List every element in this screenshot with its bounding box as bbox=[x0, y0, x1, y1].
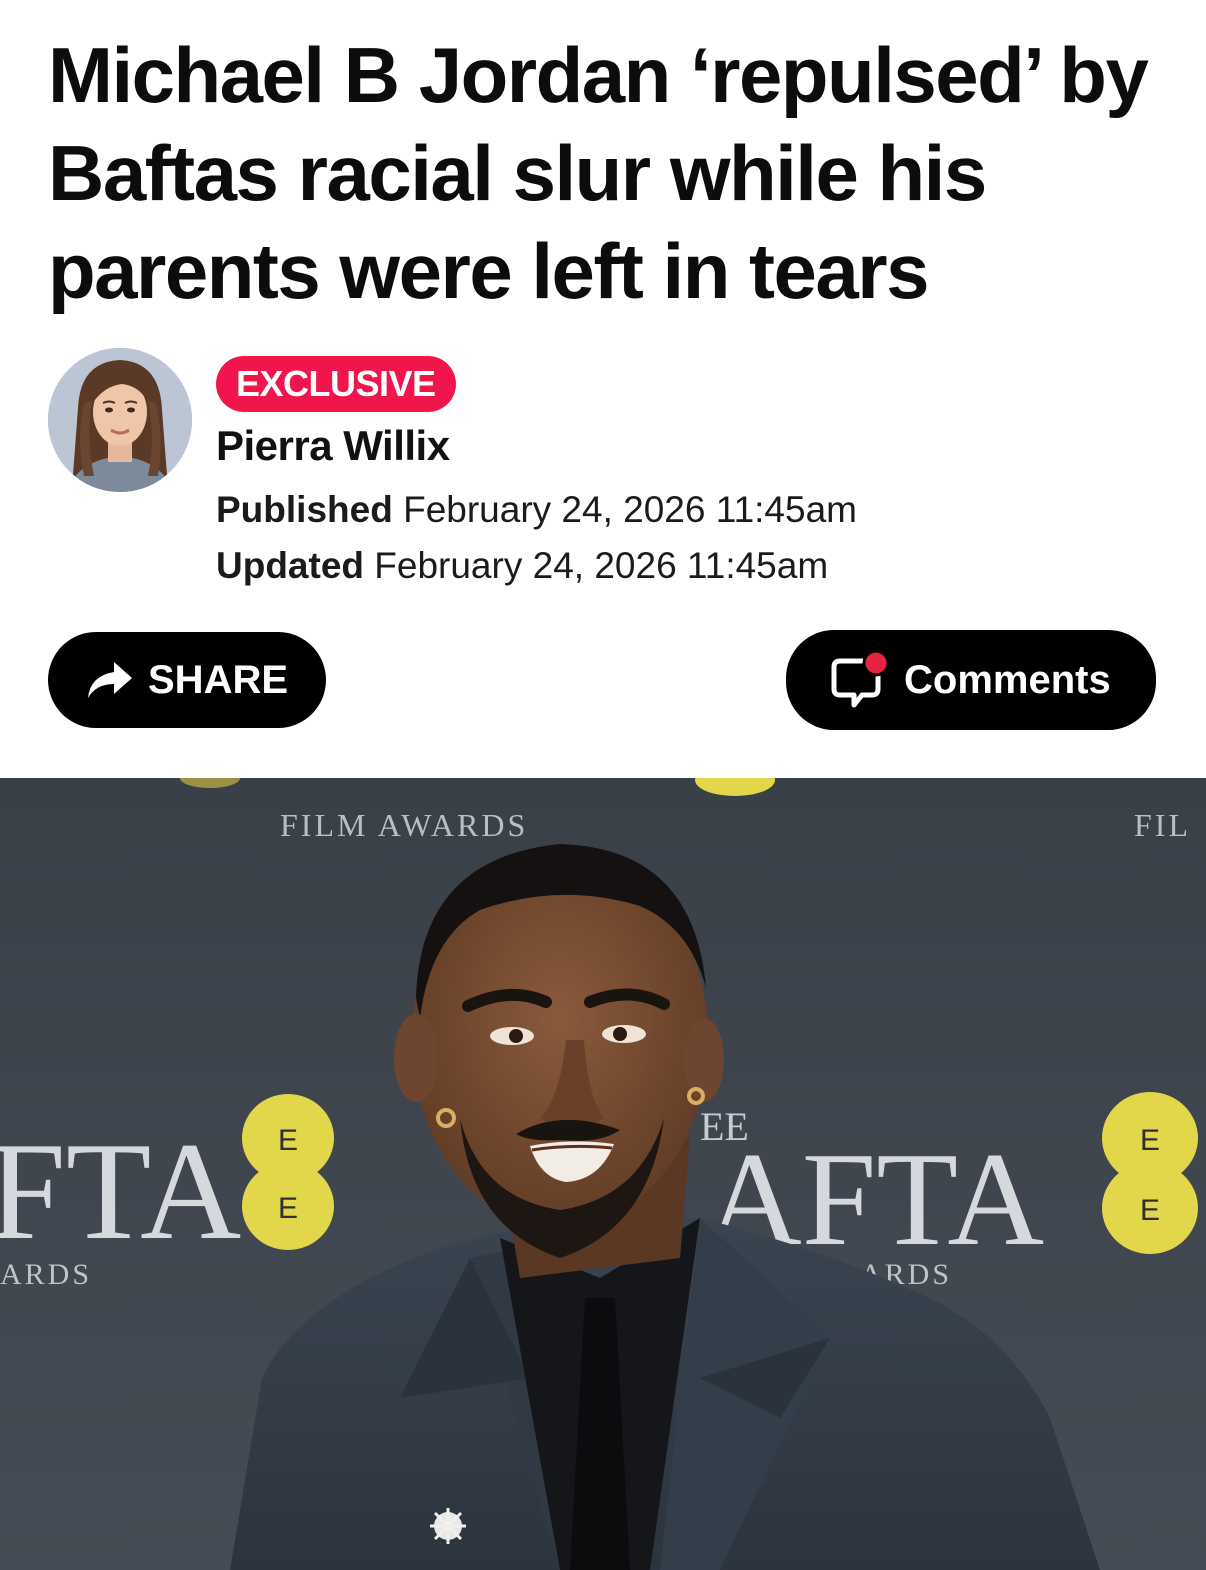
svg-text:E: E bbox=[1140, 1194, 1160, 1227]
share-arrow-icon bbox=[88, 662, 132, 698]
notification-dot-icon bbox=[862, 649, 890, 677]
svg-text:FIL: FIL bbox=[1134, 807, 1191, 843]
svg-text:EE: EE bbox=[700, 1104, 749, 1149]
svg-text:E: E bbox=[1140, 1124, 1160, 1157]
author-avatar[interactable] bbox=[48, 348, 192, 492]
published-value: February 24, 2026 11:45am bbox=[403, 489, 857, 530]
article-headline: Michael B Jordan ‘repulsed’ by Baftas ra… bbox=[48, 31, 1149, 315]
updated-value: February 24, 2026 11:45am bbox=[374, 545, 829, 586]
backdrop-top-text: FILM AWARDS bbox=[280, 807, 528, 843]
share-label: SHARE bbox=[148, 657, 289, 702]
svg-text:E: E bbox=[278, 1124, 298, 1157]
author-photo bbox=[48, 348, 192, 492]
comments-button[interactable]: Comments bbox=[786, 630, 1156, 730]
share-button[interactable]: SHARE bbox=[48, 632, 326, 728]
updated-label: Updated bbox=[216, 545, 364, 586]
byline: EXCLUSIVE Pierra Willix Published Februa… bbox=[48, 348, 1158, 598]
published-date: Published February 24, 2026 11:45am bbox=[216, 488, 857, 532]
author-name-link[interactable]: Pierra Willix bbox=[216, 422, 450, 470]
exclusive-badge: EXCLUSIVE bbox=[216, 356, 456, 412]
comments-label: Comments bbox=[904, 657, 1111, 702]
svg-text:E: E bbox=[278, 1192, 298, 1225]
backdrop-bafta-left: FTA bbox=[0, 1114, 241, 1269]
updated-date: Updated February 24, 2026 11:45am bbox=[216, 544, 828, 588]
published-label: Published bbox=[216, 489, 393, 530]
svg-text:ARDS: ARDS bbox=[0, 1258, 92, 1291]
comment-bubble-icon bbox=[828, 649, 890, 711]
hero-image: FILM AWARDS FIL FTA ARDS E E E E AFTA EE… bbox=[0, 778, 1206, 1570]
